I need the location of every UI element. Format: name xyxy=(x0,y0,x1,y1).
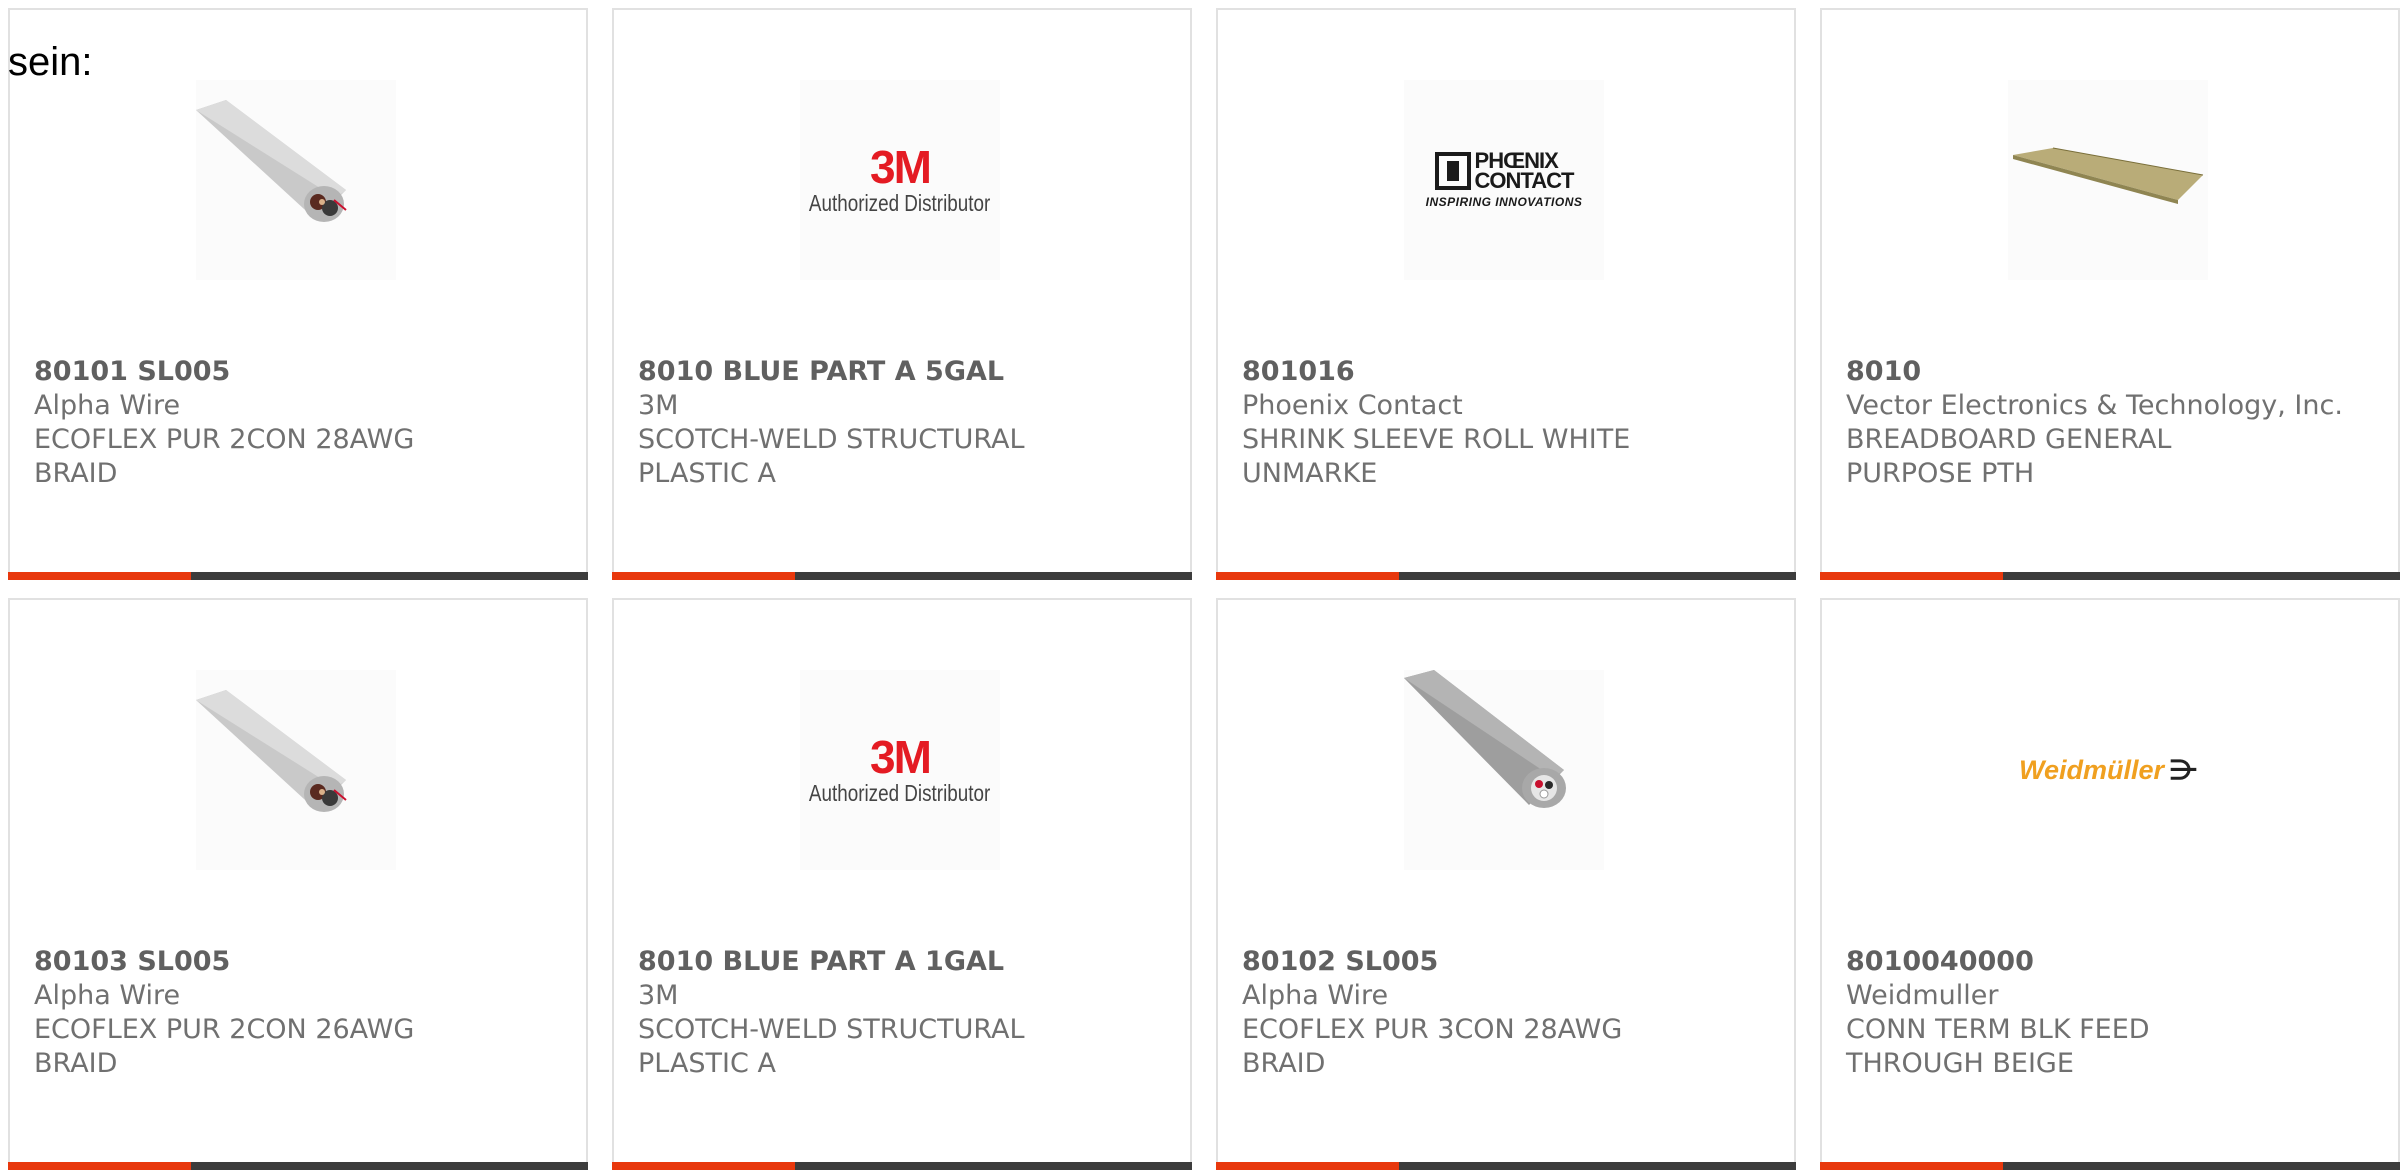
part-number[interactable]: 8010 BLUE PART A 1GAL xyxy=(638,945,1158,979)
manufacturer: Alpha Wire xyxy=(1242,980,1389,1011)
manufacturer: Alpha Wire xyxy=(34,390,181,421)
product-info: 80103 SL005 Alpha Wire ECOFLEX PUR 2CON … xyxy=(34,945,554,1081)
product-card[interactable]: 80102 SL005 Alpha Wire ECOFLEX PUR 3CON … xyxy=(1216,598,1796,1170)
logo-brand: 3M xyxy=(870,730,932,783)
description: SHRINK SLEEVE ROLL WHITE UNMARKE xyxy=(1242,424,1631,489)
card-bar xyxy=(612,572,1192,580)
product-info: 8010 BLUE PART A 1GAL 3M SCOTCH-WELD STR… xyxy=(638,945,1158,1081)
product-grid: 80101 SL005 Alpha Wire ECOFLEX PUR 2CON … xyxy=(0,0,2400,1170)
card-bar xyxy=(612,1162,1192,1170)
product-info: 8010040000 Weidmuller CONN TERM BLK FEED… xyxy=(1846,945,2366,1081)
product-card[interactable]: PHŒNIX CONTACT INSPIRING INNOVATIONS 801… xyxy=(1216,8,1796,580)
part-number[interactable]: 80102 SL005 xyxy=(1242,945,1762,979)
cable-2con-icon xyxy=(196,80,396,280)
manufacturer: Vector Electronics & Technology, Inc. xyxy=(1846,390,2343,421)
manufacturer: 3M xyxy=(638,980,679,1011)
product-info: 80102 SL005 Alpha Wire ECOFLEX PUR 3CON … xyxy=(1242,945,1762,1081)
part-number[interactable]: 80103 SL005 xyxy=(34,945,554,979)
card-bar-accent xyxy=(612,572,795,580)
card-bar-accent xyxy=(8,1162,191,1170)
description: CONN TERM BLK FEED THROUGH BEIGE xyxy=(1846,1014,2150,1079)
card-bar xyxy=(8,1162,588,1170)
logo-brand: 3M xyxy=(870,140,932,193)
card-bar xyxy=(1820,572,2400,580)
part-number[interactable]: 8010040000 xyxy=(1846,945,2366,979)
manufacturer: Phoenix Contact xyxy=(1242,390,1463,421)
phoenix-contact-logo: PHŒNIX CONTACT INSPIRING INNOVATIONS xyxy=(1404,80,1604,280)
cable-2con-icon xyxy=(196,670,396,870)
product-info: 8010 Vector Electronics & Technology, In… xyxy=(1846,355,2366,491)
part-number[interactable]: 8010 BLUE PART A 5GAL xyxy=(638,355,1158,389)
cable-3con-icon xyxy=(1404,670,1604,870)
card-bar xyxy=(1820,1162,2400,1170)
logo-line2: CONTACT xyxy=(1474,168,1575,193)
card-bar xyxy=(1216,572,1796,580)
logo-tagline: INSPIRING INNOVATIONS xyxy=(1425,195,1583,209)
card-bar-accent xyxy=(1820,1162,2003,1170)
logo-tagline: Authorized Distributor xyxy=(809,189,991,216)
card-bar xyxy=(1216,1162,1796,1170)
description: SCOTCH-WELD STRUCTURAL PLASTIC A xyxy=(638,424,1025,489)
product-card[interactable]: Weidmüller ⋺ 8010040000 Weidmuller CONN T… xyxy=(1820,598,2400,1170)
product-info: 8010 BLUE PART A 5GAL 3M SCOTCH-WELD STR… xyxy=(638,355,1158,491)
manufacturer: 3M xyxy=(638,390,679,421)
weidmuller-mark-icon: ⋺ xyxy=(2170,754,2198,785)
card-bar-accent xyxy=(1216,1162,1399,1170)
card-bar-accent xyxy=(8,572,191,580)
card-bar-accent xyxy=(1820,572,2003,580)
product-card[interactable]: 80103 SL005 Alpha Wire ECOFLEX PUR 2CON … xyxy=(8,598,588,1170)
card-bar-accent xyxy=(612,1162,795,1170)
breadboard-icon xyxy=(2008,80,2208,280)
3m-logo: 3M Authorized Distributor xyxy=(800,670,1000,870)
product-card[interactable]: 3M Authorized Distributor 8010 BLUE PART… xyxy=(612,598,1192,1170)
description: BREADBOARD GENERAL PURPOSE PTH xyxy=(1846,424,2172,489)
part-number[interactable]: 80101 SL005 xyxy=(34,355,554,389)
product-info: 80101 SL005 Alpha Wire ECOFLEX PUR 2CON … xyxy=(34,355,554,491)
phoenix-mark-icon xyxy=(1434,152,1471,190)
part-number[interactable]: 801016 xyxy=(1242,355,1762,389)
description: ECOFLEX PUR 2CON 28AWG BRAID xyxy=(34,424,415,489)
description: SCOTCH-WELD STRUCTURAL PLASTIC A xyxy=(638,1014,1025,1079)
intro-text: sein: xyxy=(8,40,93,84)
weidmuller-logo: Weidmüller ⋺ xyxy=(2008,670,2208,870)
product-card[interactable]: 80101 SL005 Alpha Wire ECOFLEX PUR 2CON … xyxy=(8,8,588,580)
3m-logo: 3M Authorized Distributor xyxy=(800,80,1000,280)
description: ECOFLEX PUR 2CON 26AWG BRAID xyxy=(34,1014,415,1079)
product-info: 801016 Phoenix Contact SHRINK SLEEVE ROL… xyxy=(1242,355,1762,491)
product-card[interactable]: 3M Authorized Distributor 8010 BLUE PART… xyxy=(612,8,1192,580)
card-bar xyxy=(8,572,588,580)
manufacturer: Alpha Wire xyxy=(34,980,181,1011)
manufacturer: Weidmuller xyxy=(1846,980,1999,1011)
card-bar-accent xyxy=(1216,572,1399,580)
part-number[interactable]: 8010 xyxy=(1846,355,2366,389)
product-card[interactable]: 8010 Vector Electronics & Technology, In… xyxy=(1820,8,2400,580)
description: ECOFLEX PUR 3CON 28AWG BRAID xyxy=(1242,1014,1623,1079)
logo-tagline: Authorized Distributor xyxy=(809,779,991,806)
logo-brand: Weidmüller xyxy=(2018,754,2165,785)
